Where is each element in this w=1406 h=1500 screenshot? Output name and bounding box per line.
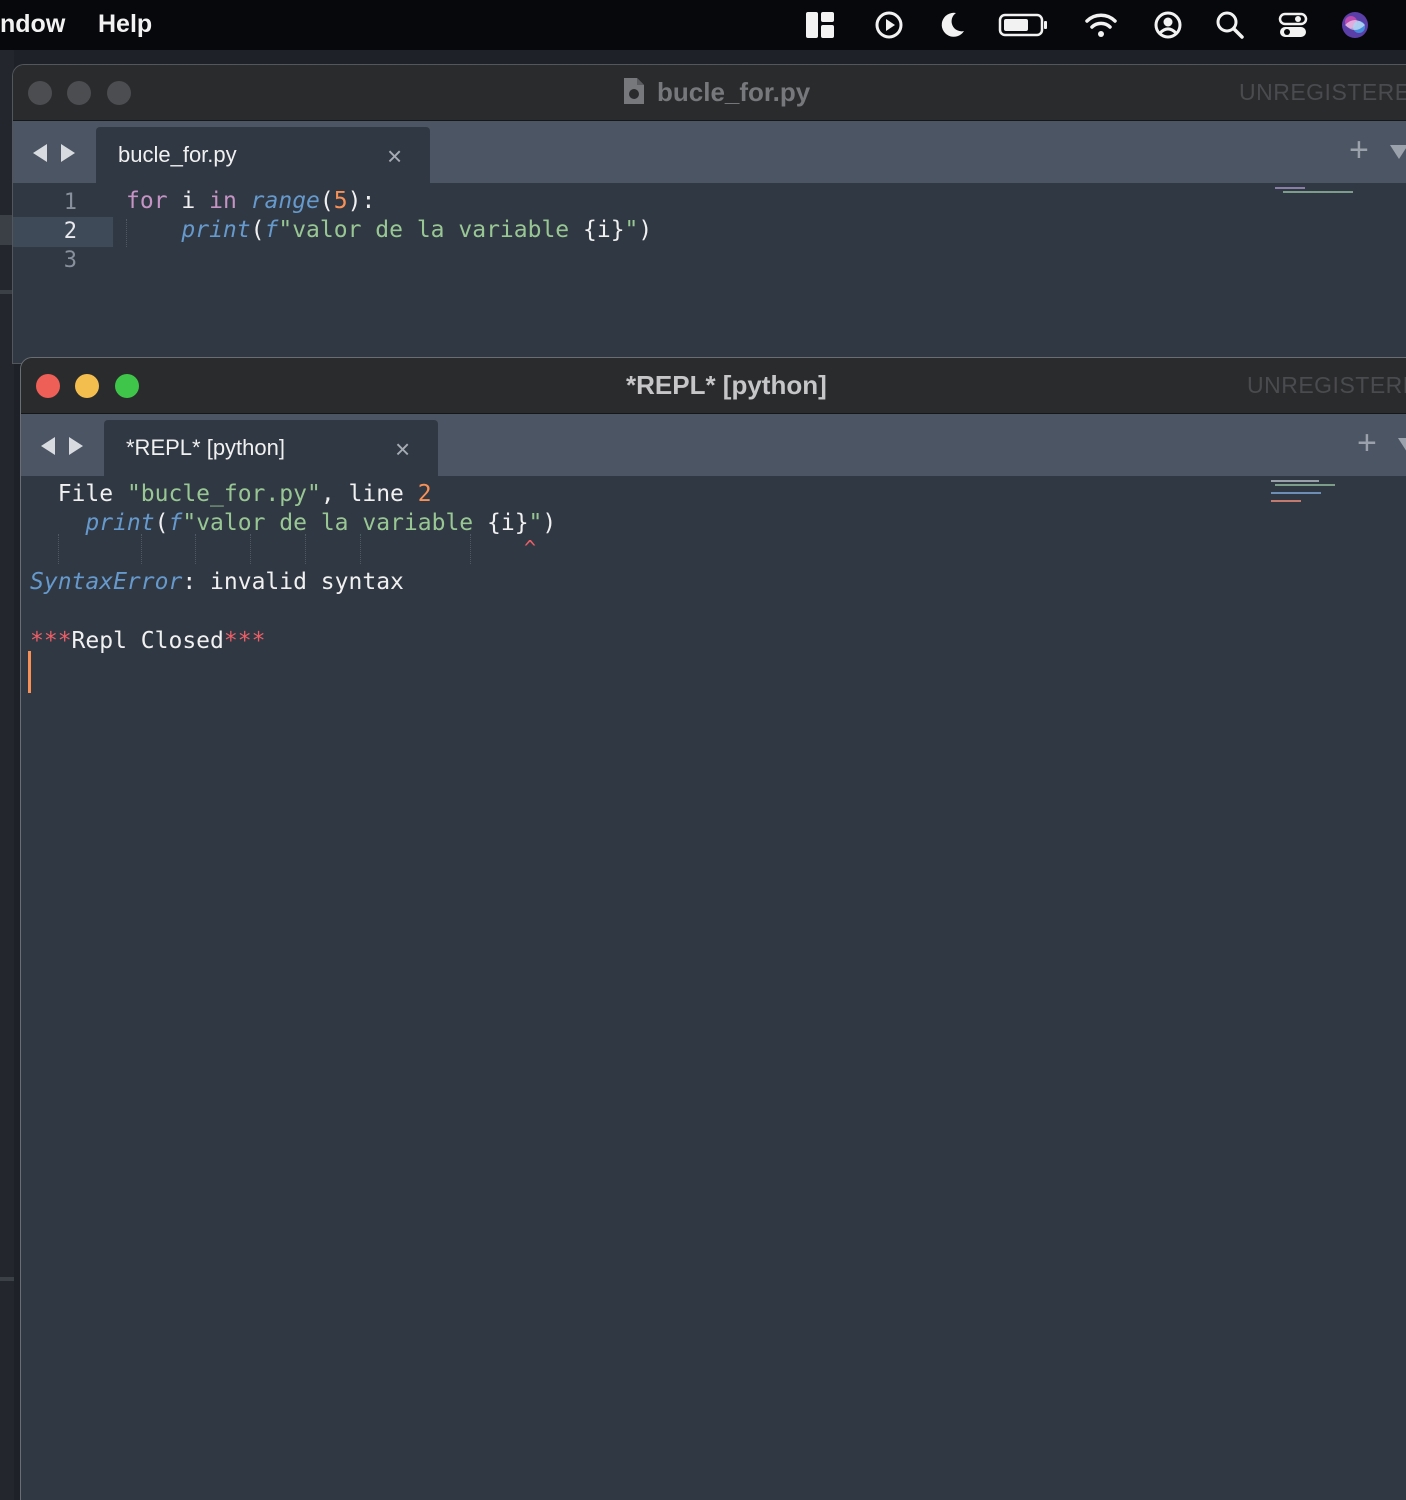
tab-label: bucle_for.py <box>118 142 237 167</box>
code-line: print(f"valor de la variable {i}") <box>181 217 653 243</box>
background-window-divider <box>0 1277 14 1281</box>
editor-window: bucle_for.py UNREGISTERED bucle_for.py ×… <box>12 64 1406 364</box>
zoom-button[interactable] <box>107 81 131 105</box>
moon-icon[interactable] <box>936 9 968 41</box>
siri-icon[interactable] <box>1339 9 1371 41</box>
tab-label: *REPL* [python] <box>126 435 285 460</box>
tab-bucle-for[interactable]: bucle_for.py × <box>96 127 430 183</box>
indent-guide <box>360 534 361 564</box>
minimap[interactable] <box>1271 480 1351 504</box>
indent-guide <box>58 534 59 564</box>
tab-close-icon[interactable]: × <box>395 434 410 465</box>
traceback-file-line: File "bucle_for.py", line 2 <box>30 481 432 507</box>
chevron-down-icon[interactable] <box>1397 434 1406 454</box>
editor-titlebar: bucle_for.py UNREGISTERED <box>13 65 1406 121</box>
menu-bar: ndow Help <box>0 0 1406 50</box>
repl-titlebar: *REPL* [python] UNREGISTERED <box>21 358 1406 414</box>
error-caret: ^ <box>524 536 537 560</box>
line-number: 1 <box>63 190 77 215</box>
tab-close-icon[interactable]: × <box>387 141 402 172</box>
indent-guide <box>305 534 306 564</box>
line-number: 3 <box>63 248 77 273</box>
minimap[interactable] <box>1275 187 1355 195</box>
unregistered-label: UNREGISTERED <box>1239 79 1406 105</box>
battery-icon[interactable] <box>998 9 1050 41</box>
zoom-button[interactable] <box>115 374 139 398</box>
indent-guide <box>195 534 196 564</box>
code-editor[interactable]: 1 2 3 for i in range(5): print(f"valor d… <box>13 183 1406 363</box>
repl-window: *REPL* [python] UNREGISTERED *REPL* [pyt… <box>20 357 1406 1500</box>
code-line: for i in range(5): <box>126 188 376 214</box>
menu-window[interactable]: ndow <box>0 10 65 39</box>
menu-help[interactable]: Help <box>98 10 152 39</box>
back-arrow-icon[interactable] <box>31 143 49 163</box>
document-icon <box>623 77 645 105</box>
search-icon[interactable] <box>1214 9 1246 41</box>
layout-icon[interactable] <box>804 9 836 41</box>
line-number: 2 <box>63 219 77 244</box>
indent-guide <box>141 534 142 564</box>
user-circle-icon[interactable] <box>1152 9 1184 41</box>
window-title: *REPL* [python] <box>626 370 827 400</box>
wifi-icon[interactable] <box>1085 9 1117 41</box>
close-button[interactable] <box>36 374 60 398</box>
minimize-button[interactable] <box>75 374 99 398</box>
new-tab-button[interactable]: + <box>1357 424 1377 463</box>
unregistered-label: UNREGISTERED <box>1247 372 1406 398</box>
traceback-code-line: print(f"valor de la variable {i}") <box>85 510 557 536</box>
repl-output[interactable]: File "bucle_for.py", line 2 print(f"valo… <box>21 476 1406 1500</box>
indent-guide <box>250 534 251 564</box>
indent-guide <box>470 534 471 564</box>
minimize-button[interactable] <box>67 81 91 105</box>
forward-arrow-icon[interactable] <box>67 436 85 456</box>
tab-bar: *REPL* [python] × + <box>21 414 1406 476</box>
chevron-down-icon[interactable] <box>1389 141 1406 161</box>
close-button[interactable] <box>28 81 52 105</box>
tab-bar: bucle_for.py × + <box>13 121 1406 183</box>
control-center-icon[interactable] <box>1277 9 1309 41</box>
new-tab-button[interactable]: + <box>1349 131 1369 170</box>
forward-arrow-icon[interactable] <box>59 143 77 163</box>
text-cursor <box>28 651 31 693</box>
syntax-error-line: SyntaxError: invalid syntax <box>30 569 404 595</box>
play-circle-icon[interactable] <box>873 9 905 41</box>
tab-repl-python[interactable]: *REPL* [python] × <box>104 420 438 476</box>
window-title: bucle_for.py <box>657 77 811 107</box>
back-arrow-icon[interactable] <box>39 436 57 456</box>
repl-closed-line: ***Repl Closed*** <box>30 628 266 654</box>
